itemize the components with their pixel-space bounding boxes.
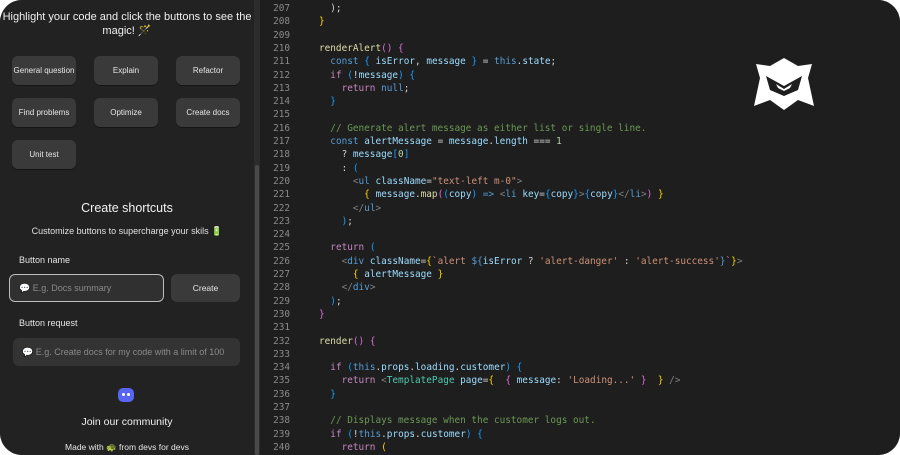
refactor-button[interactable]: Refactor	[176, 56, 240, 85]
line-number: 240	[273, 441, 290, 453]
code-text: );	[341, 215, 353, 227]
extension-sidebar: Highlight your code and click the button…	[0, 0, 254, 455]
code-text: // Generate alert message as either list…	[330, 122, 647, 134]
made-with-text: Made with 🐢 from devs for devs	[65, 442, 189, 452]
explain-button[interactable]: Explain	[94, 56, 158, 85]
code-text: }	[319, 308, 325, 320]
shield-logo-icon	[754, 58, 814, 110]
line-number: 207	[273, 3, 290, 14]
line-number: 221	[273, 189, 290, 201]
button-name-input[interactable]: 💬 E.g. Docs summary	[9, 274, 164, 302]
line-number: 235	[273, 375, 290, 387]
line-number: 230	[273, 308, 290, 320]
code-text: return <TemplatePage page={ { message: '…	[341, 375, 681, 387]
line-number: 214	[273, 96, 290, 108]
button-request-input[interactable]: 💬 E.g. Create docs for my code with a li…	[13, 338, 240, 366]
line-number: 220	[273, 175, 290, 187]
line-number: 215	[273, 109, 290, 121]
code-text: ? message[0]	[319, 149, 410, 161]
line-number: 222	[273, 202, 290, 214]
line-number: 208	[273, 16, 290, 28]
code-text: }	[319, 16, 325, 28]
code-text: return (	[341, 441, 387, 453]
line-number: 226	[273, 255, 290, 267]
line-number: 225	[273, 242, 290, 254]
find-problems-button[interactable]: Find problems	[12, 98, 76, 127]
line-number: 212	[273, 69, 290, 81]
line-number: 218	[273, 149, 290, 161]
button-name-label: Button name	[19, 255, 71, 265]
code-text: { message.map((copy) => <li key={copy}>{…	[364, 189, 664, 201]
code-text: const alertMessage = message.length === …	[330, 136, 562, 147]
line-number: 224	[273, 229, 290, 241]
code-text: </div>	[341, 282, 376, 294]
unit-test-button[interactable]: Unit test	[12, 140, 76, 169]
code-text: <ul className="text-left m-0">	[352, 175, 523, 187]
line-number: 232	[273, 335, 290, 347]
code-text: : (	[319, 162, 359, 174]
line-number: 209	[273, 29, 290, 41]
line-number: 227	[273, 269, 290, 280]
code-text: return null;	[341, 82, 410, 94]
create-button[interactable]: Create	[171, 274, 240, 302]
line-number: 210	[273, 42, 290, 54]
line-number: 229	[273, 295, 290, 307]
discord-icon[interactable]	[118, 388, 134, 402]
optimize-button[interactable]: Optimize	[94, 98, 158, 127]
code-text: return (	[330, 242, 376, 254]
intro-text: Highlight your code and click the button…	[2, 11, 252, 37]
join-community-link[interactable]: Join our community	[0, 416, 254, 428]
line-number: 211	[273, 56, 290, 68]
code-text: // Displays message when the customer lo…	[330, 415, 596, 427]
line-number: 236	[273, 388, 290, 400]
create-docs-button[interactable]: Create docs	[176, 98, 240, 127]
code-text: );	[319, 3, 342, 14]
line-number: 216	[273, 122, 290, 134]
line-number: 239	[273, 428, 290, 440]
sidebar-scrollbar-thumb[interactable]	[255, 165, 259, 455]
line-number: 223	[273, 215, 290, 227]
code-text: const { isError, message } = this.state;	[330, 56, 557, 68]
code-text: renderAlert() {	[319, 42, 404, 54]
button-request-label: Button request	[19, 318, 78, 328]
line-number: 234	[273, 362, 290, 374]
line-number: 233	[273, 348, 290, 360]
code-text: <div className={`alert ${isError ? 'aler…	[341, 255, 743, 267]
code-text: }	[330, 96, 336, 108]
line-number: 219	[273, 162, 290, 174]
code-text: }	[330, 388, 336, 400]
line-number: 237	[273, 402, 290, 413]
create-shortcuts-heading: Create shortcuts	[81, 201, 173, 215]
code-text: { alertMessage }	[352, 269, 444, 280]
general-question-button[interactable]: General question	[12, 56, 76, 85]
code-text: render() {	[319, 335, 376, 347]
line-number: 228	[273, 282, 290, 294]
code-text: );	[330, 295, 342, 307]
app-window: Highlight your code and click the button…	[0, 0, 900, 455]
line-number: 217	[273, 136, 290, 147]
code-text: if (!this.props.customer) {	[330, 428, 483, 440]
create-shortcuts-subtitle: Customize buttons to supercharge your sk…	[31, 226, 223, 236]
line-number: 213	[273, 82, 290, 94]
code-text: if (this.props.loading.customer) {	[330, 362, 523, 374]
code-text: </ul>	[352, 202, 382, 214]
line-number: 231	[273, 322, 290, 334]
code-text: if (!message) {	[330, 69, 416, 81]
line-number: 238	[273, 415, 290, 427]
